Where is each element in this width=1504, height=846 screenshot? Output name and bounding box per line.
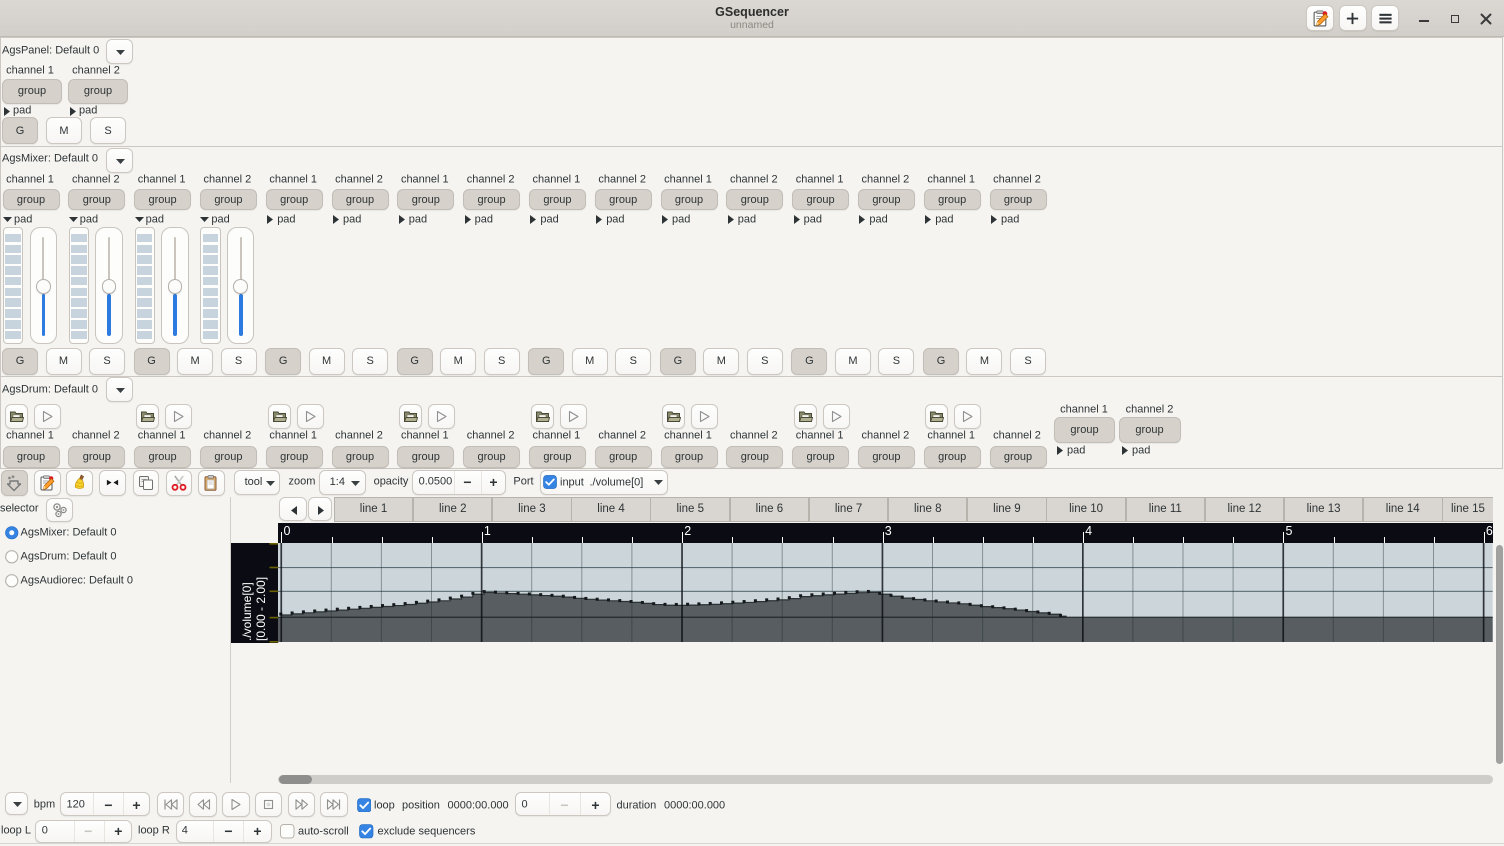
svg-text:./volume[0]: ./volume[0] (240, 582, 254, 641)
svg-text:[0.00 - 2.00]: [0.00 - 2.00] (254, 576, 268, 640)
